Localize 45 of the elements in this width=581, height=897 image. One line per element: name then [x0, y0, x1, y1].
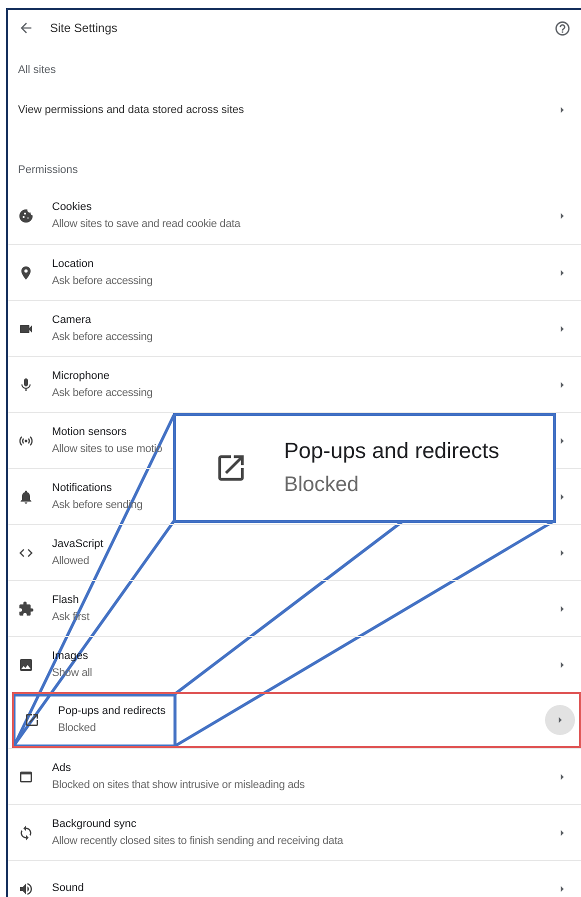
permission-title: Motion sensors [52, 424, 128, 440]
permission-row[interactable]: Microphone Ask before accessing [8, 356, 581, 412]
section-heading: Permissions [18, 162, 78, 178]
permission-status: Ask before accessing [52, 330, 153, 344]
browser-window-icon [18, 768, 34, 784]
callout-status: Blocked [284, 472, 360, 498]
permission-row[interactable]: Sound [8, 860, 581, 897]
permission-status: Allowed [52, 554, 90, 568]
permission-title: Microphone [52, 368, 110, 384]
callout-title: Pop-ups and redirects [284, 437, 500, 465]
permission-row[interactable]: Background sync Allow recently closed sites to finish sending and receiving data [8, 804, 581, 860]
permission-title: Background sync [52, 816, 138, 832]
speaker-icon [18, 880, 34, 896]
permission-title: Location [52, 256, 95, 272]
permission-row[interactable]: JavaScript Allowed [8, 524, 581, 580]
permission-title: Camera [52, 312, 92, 328]
permission-row[interactable]: Cookies Allow sites to save and read cookie data [8, 188, 581, 244]
all-sites-link[interactable]: View permissions and data stored across sites [8, 80, 581, 140]
permission-status: Blocked [58, 721, 97, 736]
permission-status: Blocked on sites that show intrusive or misleading ads [52, 778, 305, 792]
sync-icon [18, 824, 34, 840]
permission-title: JavaScript [52, 536, 104, 552]
cookie-icon [18, 208, 34, 224]
image-icon [18, 656, 34, 672]
permission-title: Cookies [52, 200, 93, 215]
permission-title: Ads [52, 760, 72, 776]
permission-row[interactable]: Ads Blocked on sites that show intrusive or misleading ads [8, 748, 581, 804]
permission-title: Pop-ups and redirects [58, 704, 166, 719]
permission-title: Flash [52, 592, 80, 608]
page-title: Site Settings [50, 20, 118, 37]
puzzle-piece-icon [18, 600, 34, 616]
permission-row[interactable]: Pop-ups and redirects Blocked [12, 692, 581, 748]
back-icon[interactable] [18, 20, 34, 36]
permission-title: Notifications [52, 480, 113, 496]
permission-status: Ask before accessing [52, 274, 153, 288]
external-link-icon [24, 712, 40, 728]
section-heading: All sites [18, 62, 56, 78]
help-icon[interactable] [554, 20, 571, 36]
permission-status: Ask before accessing [52, 386, 153, 400]
permission-title: Sound [52, 881, 84, 896]
permission-row[interactable]: Location Ask before accessing [8, 244, 581, 300]
permission-status: Allow sites to save and read cookie data [52, 217, 240, 232]
bell-icon [18, 488, 34, 504]
permission-row[interactable]: Camera Ask before accessing [8, 300, 581, 356]
permission-status: Allow recently closed sites to finish sending and receiving data [52, 834, 344, 848]
